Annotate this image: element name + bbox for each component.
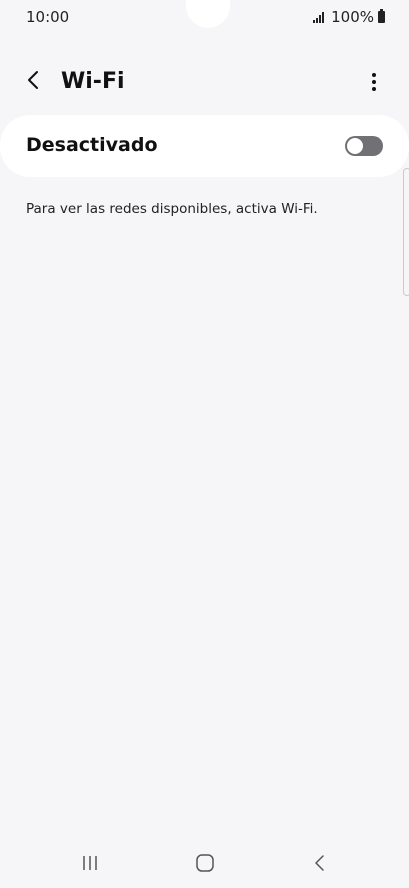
recent-apps-icon [83, 856, 97, 870]
battery-percentage: 100% [331, 8, 374, 26]
chevron-left-icon [28, 71, 38, 89]
app-header: Wi-Fi [0, 60, 409, 104]
back-icon [315, 855, 324, 871]
signal-icon [313, 11, 327, 23]
more-options-button[interactable] [360, 68, 388, 96]
navigation-bar [0, 846, 409, 878]
nav-back-button[interactable] [306, 846, 334, 878]
camera-notch [186, 0, 230, 28]
wifi-info-message: Para ver las redes disponibles, activa W… [26, 201, 318, 217]
more-vert-icon [372, 73, 376, 91]
scrollbar[interactable] [403, 168, 409, 296]
status-bar: 10:00 100% [0, 0, 409, 38]
wifi-toggle-row[interactable]: Desactivado [0, 115, 409, 177]
status-time: 10:00 [26, 8, 70, 26]
toggle-knob [347, 138, 363, 154]
battery-icon [378, 9, 385, 23]
wifi-toggle-switch[interactable] [345, 136, 383, 156]
home-icon [196, 854, 214, 872]
status-indicators: 100% [313, 8, 385, 26]
wifi-toggle-label: Desactivado [26, 134, 158, 156]
page-title: Wi-Fi [61, 69, 125, 94]
recent-apps-button[interactable] [76, 846, 104, 878]
back-button[interactable] [22, 68, 46, 92]
home-button[interactable] [191, 846, 219, 878]
